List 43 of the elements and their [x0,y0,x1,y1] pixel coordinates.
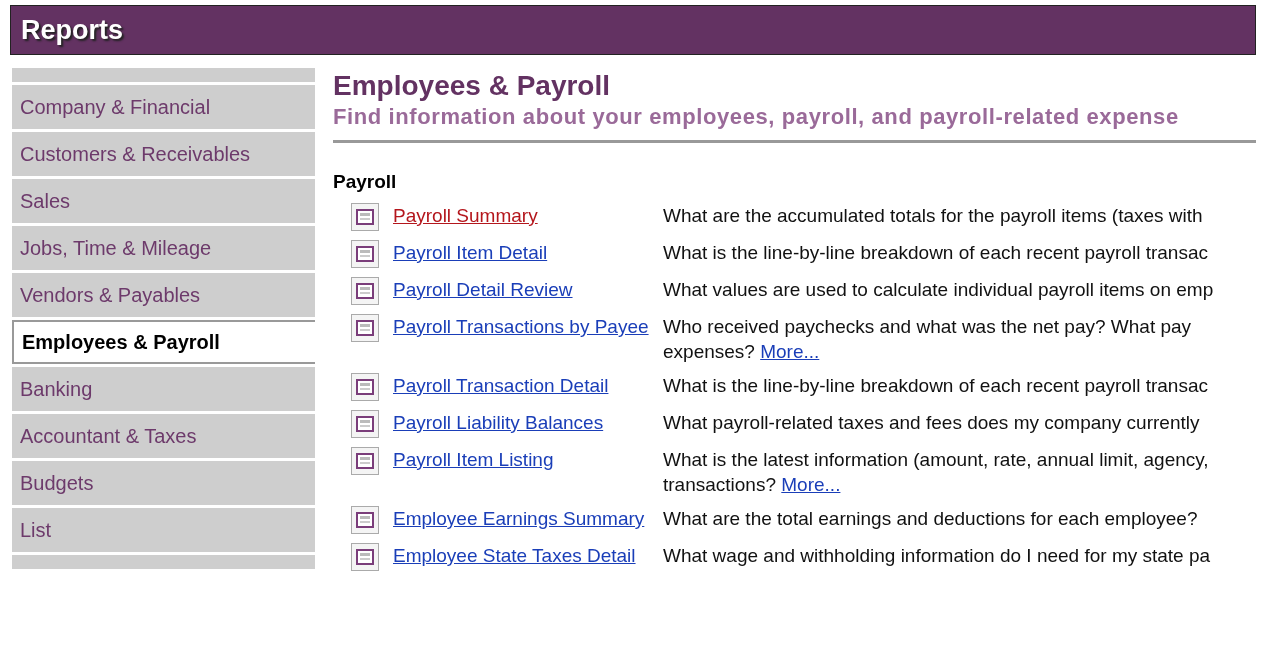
report-link[interactable]: Employee Earnings Summary [393,506,663,531]
more-link[interactable]: More... [781,474,841,495]
report-description: What are the accumulated totals for the payroll items (taxes with [663,204,1203,228]
report-icon[interactable] [351,314,379,342]
sidebar-item[interactable]: Customers & Receivables [12,132,315,176]
section-heading: Payroll [333,171,398,193]
report-description: What wage and withholding information do I need for my state pa [663,544,1211,568]
report-icon[interactable] [351,447,379,475]
report-link[interactable]: Payroll Detail Review [393,277,663,302]
sidebar-item[interactable]: Sales [12,179,315,223]
report-link[interactable]: Payroll Summary [393,203,663,228]
report-description: What are the total earnings and deductions for each employee? [663,507,1198,531]
report-icon[interactable] [351,240,379,268]
page-subtitle: Find information about your employees, payroll, and payroll-related expense [333,104,1180,130]
report-link[interactable]: Employee State Taxes Detail [393,543,663,568]
report-icon[interactable] [351,277,379,305]
window-title: Reports [20,14,123,46]
report-link[interactable]: Payroll Transactions by Payee [393,314,663,339]
report-link[interactable]: Payroll Item Listing [393,447,663,472]
report-description: What is the line-by-line breakdown of each recent payroll transac [663,374,1208,398]
report-link[interactable]: Payroll Item Detail [393,240,663,265]
sidebar-item[interactable]: Budgets [12,461,315,505]
report-description: Who received paychecks and what was the net pay? What pay expenses? More... [663,315,1192,364]
sidebar-item[interactable]: List [12,508,315,552]
report-link[interactable]: Payroll Liability Balances [393,410,663,435]
sidebar-item[interactable]: Vendors & Payables [12,273,315,317]
report-icon[interactable] [351,506,379,534]
report-icon[interactable] [351,410,379,438]
report-icon[interactable] [351,543,379,571]
report-description: What payroll-related taxes and fees does my company currently [663,411,1200,435]
page-heading: Employees & Payroll [333,70,611,102]
report-description: What is the line-by-line breakdown of each recent payroll transac [663,241,1208,265]
more-link[interactable]: More... [760,341,820,362]
sidebar-item[interactable]: Jobs, Time & Mileage [12,226,315,270]
sidebar-item[interactable]: Employees & Payroll [12,320,315,364]
sidebar-item[interactable]: Banking [12,367,315,411]
report-icon[interactable] [351,203,379,231]
report-description: What values are used to calculate individual payroll items on emp [663,278,1214,302]
sidebar-item[interactable]: Company & Financial [12,85,315,129]
report-icon[interactable] [351,373,379,401]
sidebar-item[interactable]: Accountant & Taxes [12,414,315,458]
report-description: What is the latest information (amount, rate, annual limit, agency, transactions? More... [663,448,1209,497]
report-link[interactable]: Payroll Transaction Detail [393,373,663,398]
